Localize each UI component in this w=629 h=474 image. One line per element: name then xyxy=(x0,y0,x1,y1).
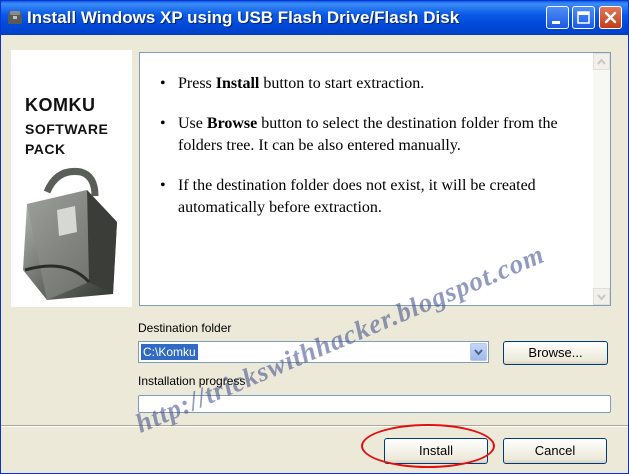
title-bar[interactable]: Install Windows XP using USB Flash Drive… xyxy=(1,1,628,35)
maximize-button[interactable] xyxy=(572,6,595,29)
chevron-up-icon xyxy=(597,58,606,65)
logo-subtitle-line1: SOFTWARE xyxy=(25,121,109,137)
installer-window: Install Windows XP using USB Flash Drive… xyxy=(0,0,629,474)
installation-progress-bar xyxy=(138,395,611,413)
window-title: Install Windows XP using USB Flash Drive… xyxy=(27,8,460,27)
minimize-button[interactable] xyxy=(546,6,569,29)
logo-subtitle-line2: PACK xyxy=(25,141,66,157)
logo-panel: KOMKU SOFTWARE PACK xyxy=(11,50,132,307)
install-button[interactable]: Install xyxy=(384,438,488,464)
cancel-button[interactable]: Cancel xyxy=(503,438,607,464)
browse-button[interactable]: Browse... xyxy=(503,341,608,365)
chevron-down-icon xyxy=(474,349,483,356)
list-item: • If the destination folder does not exis… xyxy=(160,177,536,216)
close-icon xyxy=(604,11,617,24)
vertical-scrollbar[interactable] xyxy=(593,53,610,305)
scroll-up-button[interactable] xyxy=(593,53,610,70)
destination-folder-value[interactable]: C:\Komku xyxy=(141,344,198,360)
logo-title: KOMKU xyxy=(25,95,96,115)
briefcase-icon xyxy=(23,167,117,300)
app-icon xyxy=(8,11,22,24)
scroll-down-button[interactable] xyxy=(593,288,610,305)
destination-folder-label: Destination folder xyxy=(138,321,232,335)
dropdown-button[interactable] xyxy=(470,343,487,361)
close-button[interactable] xyxy=(599,6,622,29)
instructions-box: • Press Install button to start extractio… xyxy=(139,52,611,306)
minimize-icon xyxy=(552,21,560,24)
maximize-icon xyxy=(577,11,590,24)
destination-folder-combobox[interactable]: C:\Komku xyxy=(138,341,489,363)
instructions-list: • Press Install button to start extractio… xyxy=(160,73,578,237)
separator xyxy=(1,425,628,427)
chevron-down-icon xyxy=(597,294,606,301)
installation-progress-label: Installation progress xyxy=(138,374,246,388)
list-item: • Use Browse button to select the destina… xyxy=(160,115,558,154)
list-item: • Press Install button to start extractio… xyxy=(160,75,425,92)
